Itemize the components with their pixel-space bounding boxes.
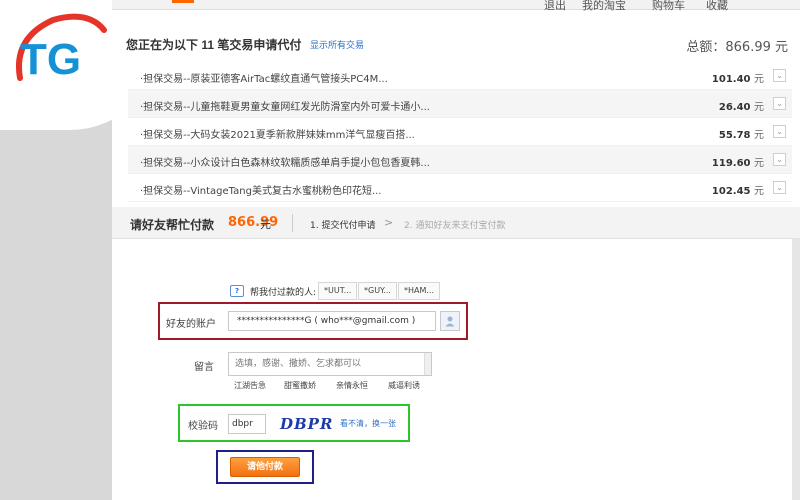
quick-message[interactable]: 亲情永恒 xyxy=(336,380,368,391)
page-title: 您正在为以下 11 笔交易申请代付 xyxy=(126,38,302,52)
order-desc: ·担保交易--原装亚德客AirTac螺纹直通气管接头PC4M... xyxy=(140,74,388,85)
chevron-down-icon[interactable]: ⌄ xyxy=(773,97,786,110)
order-amount: 102.45 元 xyxy=(711,186,764,197)
chevron-down-icon[interactable]: ⌄ xyxy=(773,181,786,194)
nav-my-taobao[interactable]: 我的淘宝 xyxy=(582,0,626,13)
pay-band: 请好友帮忙付款 866.99 元 1. 提交代付申请 > 2. 通知好友来支付宝… xyxy=(112,207,800,239)
svg-text:DBPR: DBPR xyxy=(279,415,332,433)
order-row: ·担保交易--原装亚德客AirTac螺纹直通气管接头PC4M... 101.40… xyxy=(128,62,792,90)
help-icon: ? xyxy=(230,285,244,297)
pay-label: 请好友帮忙付款 xyxy=(130,218,215,232)
payer-chip[interactable]: *HAM... xyxy=(398,282,441,300)
captcha-label: 校验码 xyxy=(188,421,218,432)
top-nav: 退出 我的淘宝 购物车 收藏 xyxy=(112,0,800,13)
order-desc: ·担保交易--大码女装2021夏季新款胖妹妹mm洋气显瘦百搭... xyxy=(140,130,415,141)
svg-text:TG: TG xyxy=(20,35,81,84)
request-payment-button[interactable]: 请他付款 xyxy=(230,457,300,477)
account-highlight: 好友的账户 ***************G ( who***@gmail.co… xyxy=(158,302,468,340)
order-amount: 119.60 元 xyxy=(711,158,764,169)
quick-message[interactable]: 甜蜜撒娇 xyxy=(284,380,316,391)
chevron-down-icon[interactable]: ⌄ xyxy=(773,69,786,82)
message-input[interactable]: 选填，感谢、撒娇、乞求都可以 xyxy=(228,352,432,376)
step-2: 2. 通知好友来支付宝付款 xyxy=(404,221,506,231)
order-amount: 101.40 元 xyxy=(711,74,764,85)
order-desc: ·担保交易--儿童拖鞋夏男童女童网红发光防滑室内外可爱卡通小... xyxy=(140,102,430,113)
orange-accent xyxy=(172,0,194,3)
friend-account-input[interactable]: ***************G ( who***@gmail.com ) xyxy=(228,311,436,331)
quick-message[interactable]: 江湖告急 xyxy=(234,380,266,391)
order-list: ·担保交易--原装亚德客AirTac螺纹直通气管接头PC4M... 101.40… xyxy=(128,62,792,202)
order-amount: 55.78 元 xyxy=(718,130,764,141)
payer-chip[interactable]: *UUT... xyxy=(318,282,358,300)
total-amount: 总额：866.99 元 xyxy=(686,40,788,55)
captcha-refresh-link[interactable]: 看不清，换一张 xyxy=(340,418,396,429)
tg-logo-icon: TG xyxy=(16,13,107,84)
order-amount: 26.40 元 xyxy=(718,102,764,113)
nav-logout[interactable]: 退出 xyxy=(544,0,566,13)
step-1: 1. 提交代付申请 xyxy=(310,221,376,231)
chevron-down-icon[interactable]: ⌄ xyxy=(773,153,786,166)
account-label: 好友的账户 xyxy=(166,319,216,330)
order-row: ·担保交易--VintageTang美式复古水蜜桃粉色印花短... 102.45… xyxy=(128,174,792,202)
order-desc: ·担保交易--小众设计白色森林纹软糯质感单肩手提小包包香夏韩... xyxy=(140,158,430,169)
order-row: ·担保交易--大码女装2021夏季新款胖妹妹mm洋气显瘦百搭... 55.78 … xyxy=(128,118,792,146)
message-label: 留言 xyxy=(194,362,214,373)
divider xyxy=(292,214,293,232)
chevron-down-icon[interactable]: ⌄ xyxy=(773,125,786,138)
captcha-input[interactable]: dbpr xyxy=(228,414,266,434)
person-icon xyxy=(445,316,455,327)
quick-message[interactable]: 威逼利诱 xyxy=(388,380,420,391)
pay-unit: 元 xyxy=(260,218,271,231)
right-edge xyxy=(792,239,800,500)
contact-picker-button[interactable] xyxy=(440,311,460,331)
show-all-link[interactable]: 显示所有交易 xyxy=(310,38,364,51)
captcha-image[interactable]: DBPR xyxy=(278,412,332,436)
step-arrow: > xyxy=(384,216,394,229)
payer-history-label: 帮我付过款的人: xyxy=(250,288,317,298)
submit-highlight: 请他付款 xyxy=(216,450,314,484)
payer-chip[interactable]: *GUY... xyxy=(358,282,397,300)
captcha-highlight: 校验码 dbpr DBPR 看不清，换一张 xyxy=(178,404,410,442)
order-row: ·担保交易--儿童拖鞋夏男童女童网红发光防滑室内外可爱卡通小... 26.40 … xyxy=(128,90,792,118)
payment-form: ? 帮我付过款的人: *UUT... *GUY... *HAM... 好友的账户… xyxy=(112,240,800,500)
message-scrollbar[interactable] xyxy=(424,353,431,375)
nav-cart[interactable]: 购物车 xyxy=(652,0,685,13)
order-header: 您正在为以下 11 笔交易申请代付 显示所有交易 总额：866.99 元 xyxy=(112,24,800,62)
order-row: ·担保交易--小众设计白色森林纹软糯质感单肩手提小包包香夏韩... 119.60… xyxy=(128,146,792,174)
nav-favorites[interactable]: 收藏 xyxy=(706,0,728,13)
order-desc: ·担保交易--VintageTang美式复古水蜜桃粉色印花短... xyxy=(140,186,382,197)
